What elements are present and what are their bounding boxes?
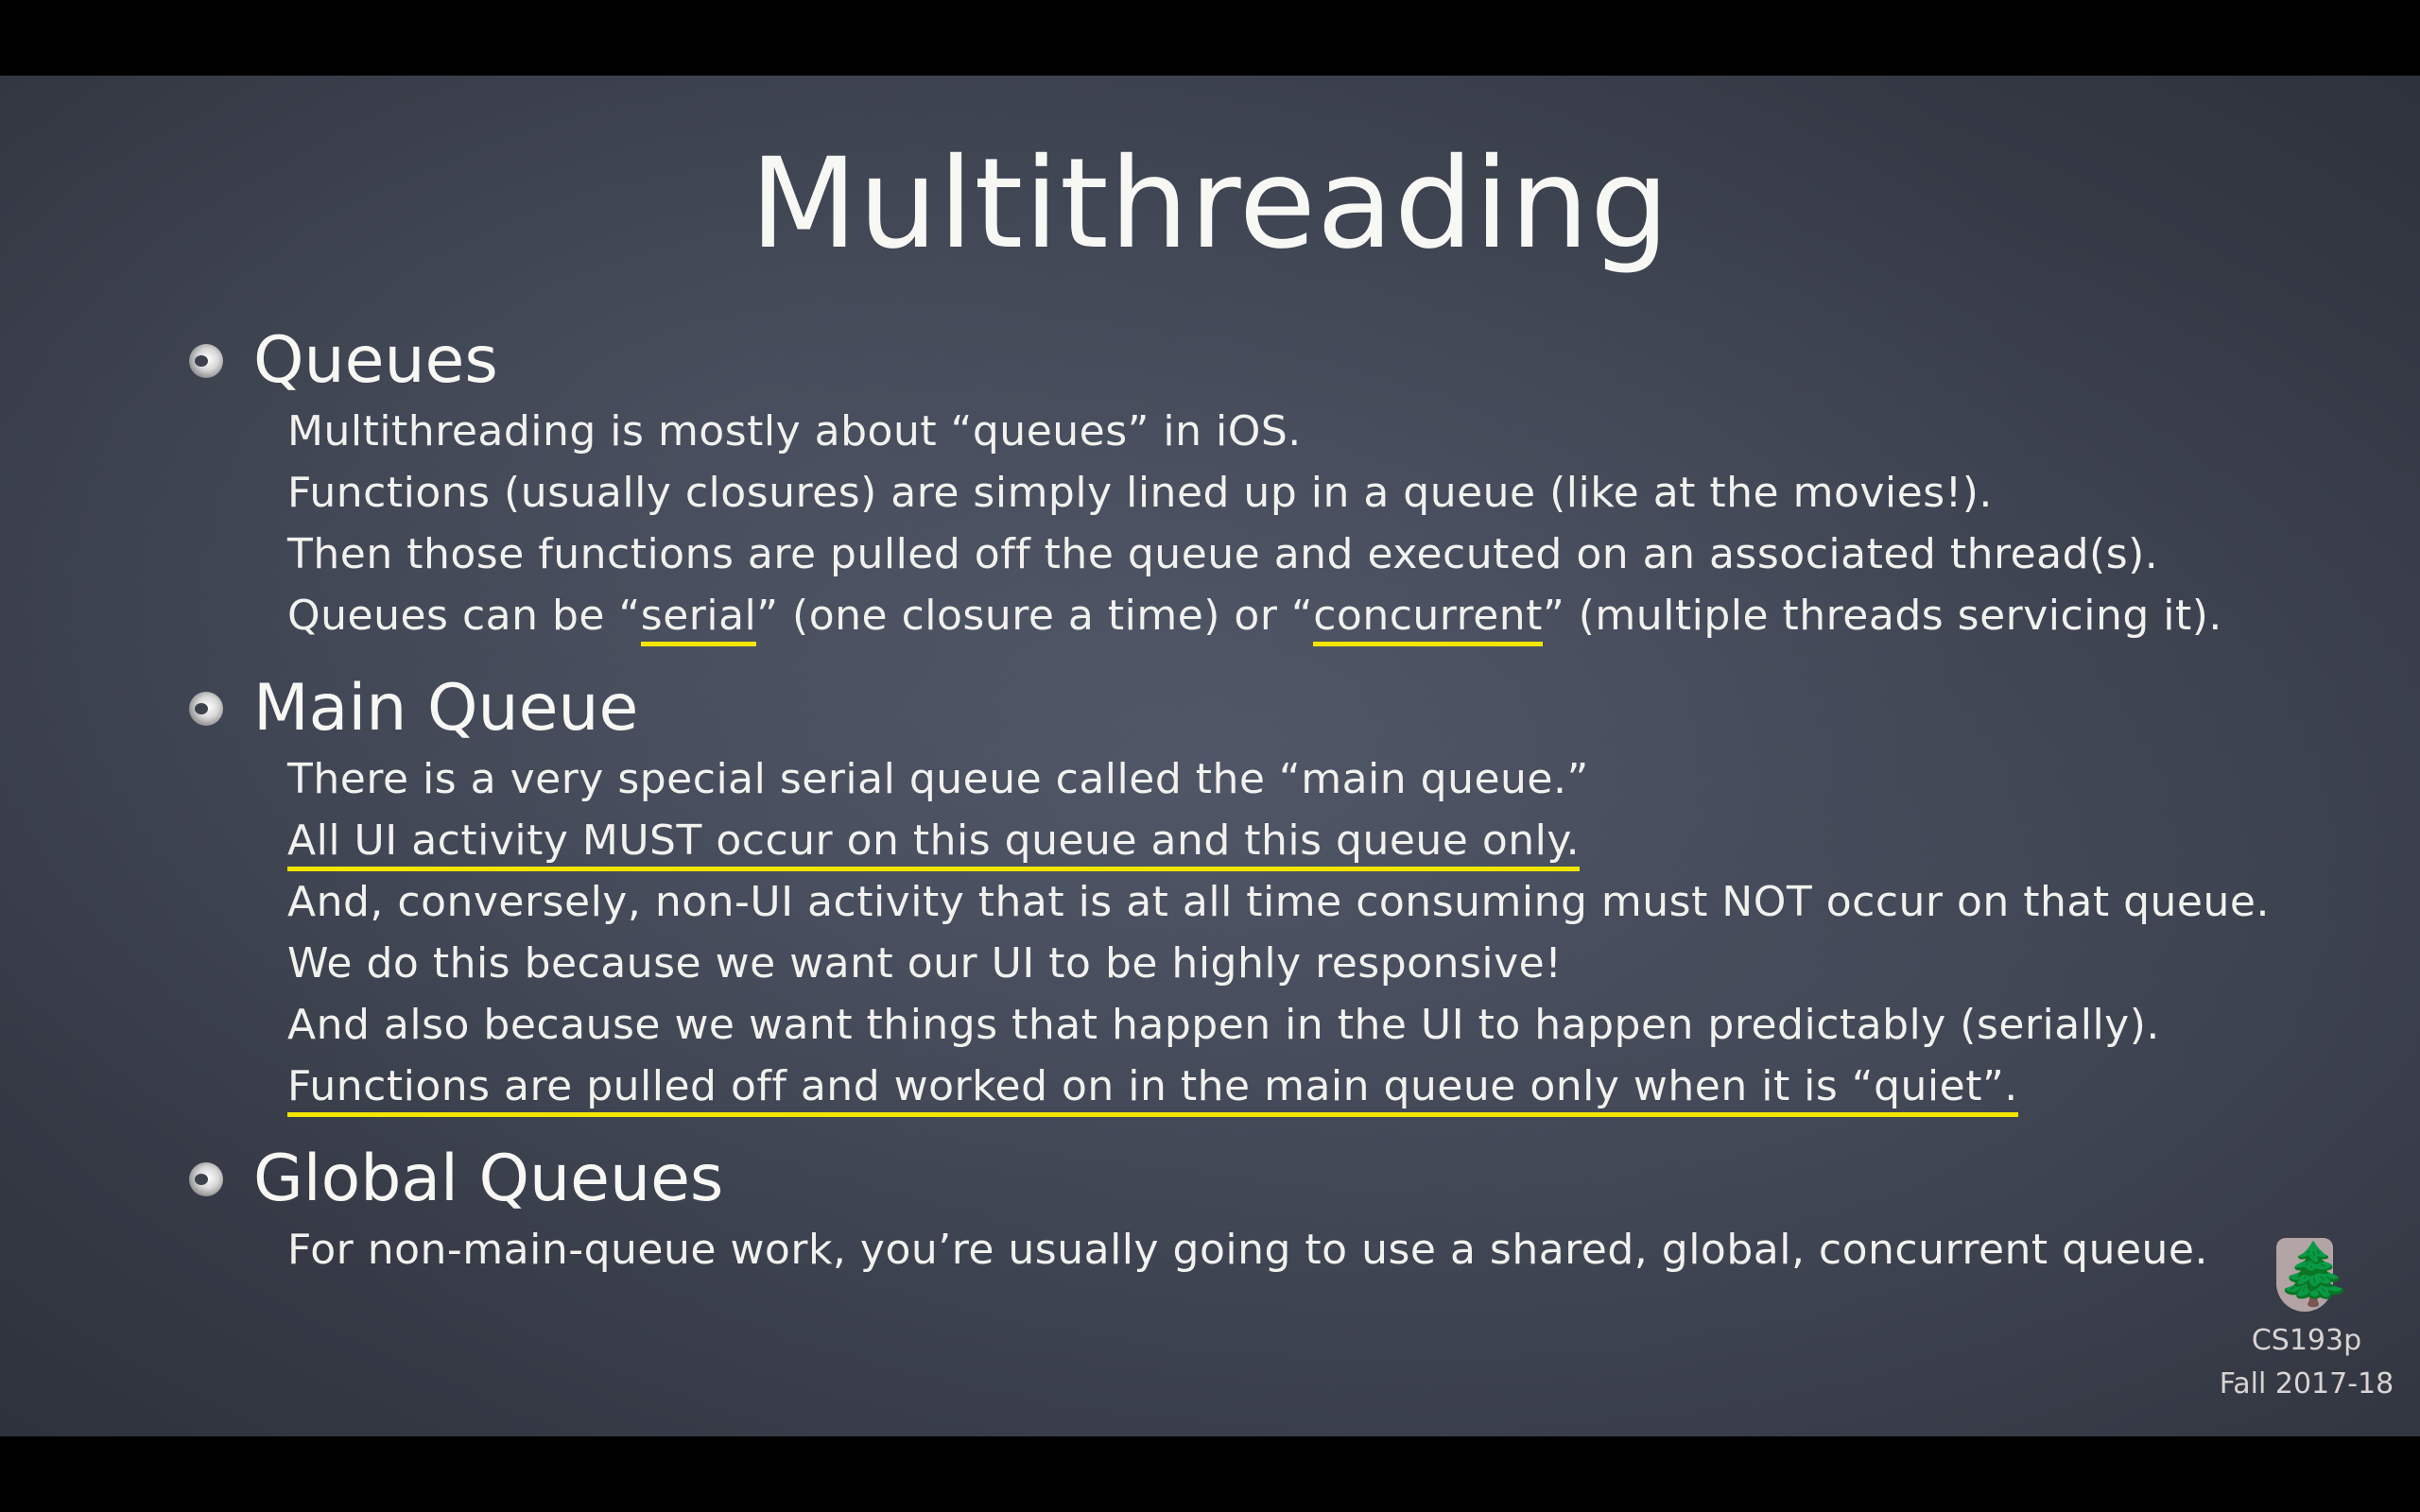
underlined-serial: serial [640,592,757,646]
underlined-concurrent: concurrent [1313,592,1543,646]
text-line: For non-main-queue work, you’re usually … [287,1226,2208,1274]
section-heading: Global Queues [253,1142,724,1216]
text-line: Functions (usually closures) are simply … [287,469,1993,517]
section-heading: Queues [253,323,498,398]
section-queues: Queues Multithreading is mostly about “q… [189,321,2269,646]
section-lines: For non-main-queue work, you’re usually … [287,1219,2269,1280]
text-line: There is a very special serial queue cal… [287,755,1589,803]
course-term: Fall 2017-18 [2219,1367,2394,1400]
slide-title: Multithreading [750,131,1670,277]
section-lines: Multithreading is mostly about “queues” … [287,401,2269,646]
text-fragment: ” (one closure a time) or “ [756,592,1314,640]
stanford-tree-icon: 🌲 [2276,1238,2352,1312]
text-line-underlined: Functions are pulled off and worked on i… [287,1056,2269,1117]
bullet-icon [189,344,223,378]
underlined-text: Functions are pulled off and worked on i… [287,1062,2018,1117]
section-global-queues: Global Queues For non-main-queue work, y… [189,1140,2269,1280]
section-heading-row: Global Queues [189,1140,2269,1219]
bullet-icon [189,1162,223,1196]
section-heading: Main Queue [253,671,639,746]
section-heading-row: Main Queue [189,669,2269,748]
text-line: And, conversely, non-UI activity that is… [287,878,2270,926]
section-main-queue: Main Queue There is a very special seria… [189,669,2269,1117]
text-line-underlined: All UI activity MUST occur on this queue… [287,810,2269,871]
underlined-text: All UI activity MUST occur on this queue… [287,816,1581,871]
text-fragment: ” (multiple threads servicing it). [1542,592,2222,640]
text-line: And also because we want things that hap… [287,1001,2160,1049]
bullet-icon [189,692,223,726]
screen: Multithreading Queues Multithreading is … [0,0,2420,1512]
text-line-serial-concurrent: Queues can be “serial” (one closure a ti… [287,585,2269,646]
slide: Multithreading Queues Multithreading is … [0,76,2420,1436]
text-line: We do this because we want our UI to be … [287,939,1563,988]
section-lines: There is a very special serial queue cal… [287,748,2269,1117]
text-line: Then those functions are pulled off the … [287,530,2159,578]
text-fragment: Queues can be “ [287,592,641,640]
section-heading-row: Queues [189,321,2269,401]
course-name: CS193p [2251,1324,2362,1357]
text-line: Multithreading is mostly about “queues” … [287,407,1302,455]
